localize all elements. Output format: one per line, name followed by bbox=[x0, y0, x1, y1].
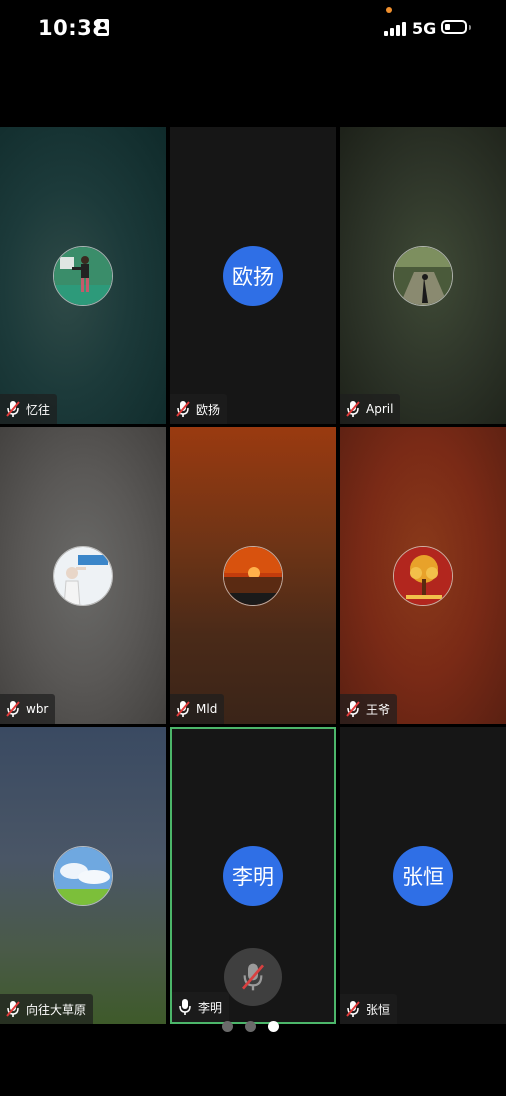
mic-muted-icon bbox=[346, 1001, 360, 1017]
participant-tile[interactable]: wbr bbox=[0, 427, 166, 724]
participant-avatar bbox=[53, 545, 113, 606]
contact-card-icon bbox=[96, 19, 109, 36]
toggle-mic-button[interactable] bbox=[224, 948, 282, 1006]
tennis-player-photo-icon bbox=[54, 246, 112, 305]
participant-avatar bbox=[393, 245, 453, 306]
page-dot[interactable] bbox=[245, 1021, 256, 1032]
participant-name-tag: April bbox=[340, 394, 401, 424]
participant-name: 王爷 bbox=[366, 702, 391, 717]
participant-avatar: 欧扬 bbox=[223, 245, 283, 306]
participant-tile[interactable]: 忆往 bbox=[0, 127, 166, 424]
participant-name: 李明 bbox=[198, 1000, 223, 1015]
status-bar: 10:38 5G bbox=[0, 0, 506, 60]
participant-name: 张恒 bbox=[366, 1002, 391, 1017]
participant-tile[interactable]: 向往大草原 bbox=[0, 727, 166, 1024]
participant-avatar bbox=[53, 845, 113, 906]
participant-tile[interactable]: April bbox=[340, 127, 506, 424]
mic-muted-icon bbox=[6, 401, 20, 417]
network-type: 5G bbox=[412, 19, 437, 38]
participant-name-tag: 欧扬 bbox=[170, 394, 228, 424]
participant-tile[interactable]: Mld bbox=[170, 427, 336, 724]
participant-name-tag: 李明 bbox=[172, 992, 230, 1022]
page-dot-current[interactable] bbox=[268, 1021, 279, 1032]
participant-name-tag: 向往大草原 bbox=[0, 994, 94, 1024]
participant-name: 忆往 bbox=[26, 402, 51, 417]
participant-name-tag: 张恒 bbox=[340, 994, 398, 1024]
mic-muted-icon bbox=[6, 701, 20, 717]
forest-path-photo-icon bbox=[394, 246, 452, 305]
page-dot[interactable] bbox=[222, 1021, 233, 1032]
cartoon-figure-photo-icon bbox=[54, 546, 112, 605]
participant-avatar: 张恒 bbox=[393, 845, 453, 906]
mic-muted-icon bbox=[346, 701, 360, 717]
battery-tip bbox=[469, 25, 471, 30]
participant-name: April bbox=[366, 402, 394, 416]
sunset-photo-icon bbox=[224, 546, 282, 605]
participant-tile[interactable]: 王爷 bbox=[340, 427, 506, 724]
participant-avatar bbox=[223, 545, 283, 606]
participant-tile[interactable]: 张恒 张恒 bbox=[340, 727, 506, 1024]
participant-name-tag: 忆往 bbox=[0, 394, 58, 424]
mic-muted-icon bbox=[176, 401, 190, 417]
cellular-signal-icon bbox=[384, 22, 408, 36]
participant-avatar bbox=[393, 545, 453, 606]
mic-on-icon bbox=[179, 999, 191, 1015]
battery-level bbox=[445, 24, 450, 30]
participant-name: 向往大草原 bbox=[26, 1002, 87, 1017]
mic-muted-icon bbox=[6, 1001, 20, 1017]
participant-name: wbr bbox=[26, 702, 49, 716]
participant-tile[interactable]: 欧扬 欧扬 bbox=[170, 127, 336, 424]
participant-avatar bbox=[53, 245, 113, 306]
battery-icon bbox=[441, 20, 467, 34]
participant-name-tag: 王爷 bbox=[340, 694, 398, 724]
mic-muted-icon bbox=[241, 963, 265, 991]
privacy-indicator-dot bbox=[386, 7, 392, 13]
participant-name-tag: wbr bbox=[0, 694, 56, 724]
grassland-sky-photo-icon bbox=[54, 846, 112, 905]
participant-name: Mld bbox=[196, 702, 218, 716]
participant-name: 欧扬 bbox=[196, 402, 221, 417]
participant-avatar: 李明 bbox=[223, 845, 283, 906]
mic-muted-icon bbox=[346, 401, 360, 417]
money-tree-photo-icon bbox=[394, 546, 452, 605]
mic-muted-icon bbox=[176, 701, 190, 717]
participant-name-tag: Mld bbox=[170, 694, 225, 724]
participant-grid: 忆往 欧扬 欧扬 April wbr Mld 王爷 向往大草原 李明 李明 张恒… bbox=[0, 127, 506, 1024]
page-indicator[interactable] bbox=[222, 1021, 279, 1033]
